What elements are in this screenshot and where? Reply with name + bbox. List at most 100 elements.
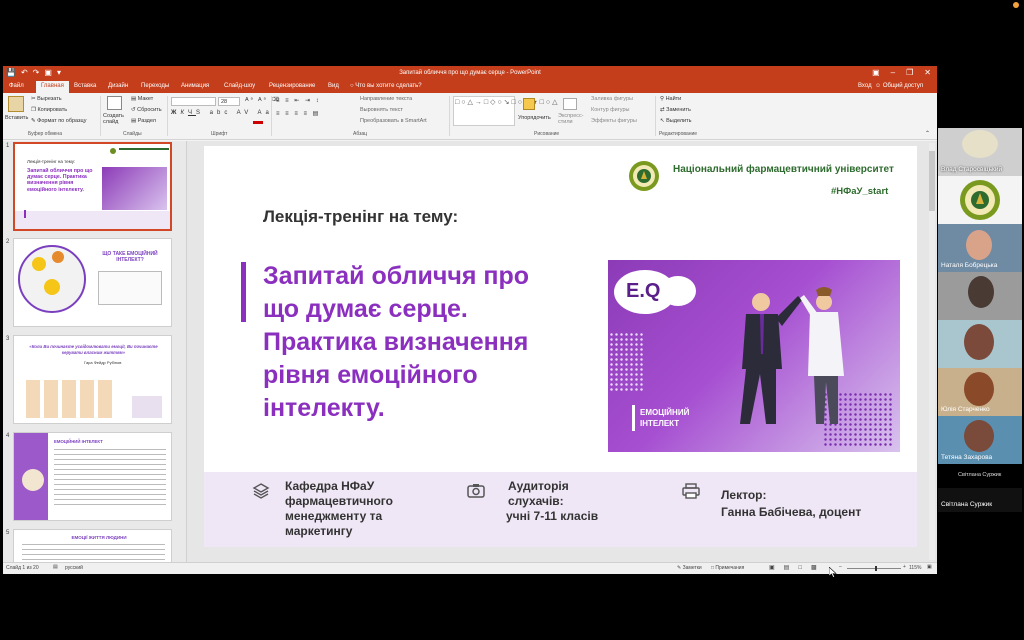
text-direction-button[interactable]: Направление текста — [360, 96, 412, 102]
shape-effects-button[interactable]: Эффекты фигуры — [591, 118, 637, 124]
participant-tile[interactable] — [938, 176, 1022, 224]
cursor-icon: ↖ — [660, 118, 665, 124]
quick-styles-button[interactable]: Экспресс-стили — [558, 113, 584, 125]
restore-icon[interactable]: ❐ — [906, 68, 913, 77]
section-button[interactable]: ▤ Раздел — [131, 118, 156, 124]
lecturer-text: Лектор: Ганна Бабічева, доцент — [721, 487, 861, 521]
tab-transitions[interactable]: Переходы — [141, 83, 169, 89]
ribbon-display-icon[interactable]: ▣ — [872, 68, 880, 77]
layout-icon: ▤ — [131, 96, 137, 102]
select-button[interactable]: ↖ Выделить — [660, 118, 692, 124]
tab-slideshow[interactable]: Слайд-шоу — [224, 83, 255, 89]
view-buttons[interactable]: ▣▤□▩ — [769, 564, 826, 571]
font-size-box[interactable]: 28 — [218, 97, 240, 106]
sign-in-link[interactable]: Вход — [858, 83, 872, 89]
participant-tile[interactable]: Світлана Суржик — [938, 464, 1022, 488]
participant-tile[interactable] — [938, 320, 1022, 368]
thumb-decor — [132, 396, 162, 418]
slide-editor[interactable]: Національний фармацевтичний університет … — [187, 141, 937, 562]
tab-insert[interactable]: Вставка — [74, 83, 96, 89]
comment-icon: □ — [711, 565, 715, 571]
thumbnail-slide-5[interactable]: ЕМОЦІЇ ЖИТТЯ ЛЮДИНИ — [13, 529, 172, 562]
align-text-button[interactable]: Выровнять текст — [360, 107, 403, 113]
tab-animations[interactable]: Анимация — [181, 83, 209, 89]
participant-tile[interactable]: Юлія Старченко — [938, 368, 1022, 416]
vertical-scrollbar[interactable] — [929, 143, 935, 560]
thumb-title: ЕМОЦІЇ ЖИТТЯ ЛЮДИНИ — [71, 535, 127, 540]
tab-design[interactable]: Дизайн — [108, 83, 128, 89]
close-icon[interactable]: ✕ — [924, 68, 931, 77]
comments-button[interactable]: □ Примечания — [711, 565, 744, 571]
participant-tile[interactable]: Тетяна Захарова — [938, 416, 1022, 464]
format-painter-button[interactable]: ✎ Формат по образцу — [31, 118, 86, 124]
thumbnail-slide-3[interactable]: «Коли Ви починаєте усвідомлювати емоції,… — [13, 335, 172, 424]
list-buttons-icon[interactable]: ≡ ≡ ⇤ ⇥ ↕ — [276, 97, 321, 104]
minimize-icon[interactable]: – — [891, 68, 895, 77]
participant-avatar — [966, 230, 992, 260]
participant-tile[interactable]: Світлана Суржик — [938, 488, 1022, 512]
thumbnail-slide-1[interactable]: Лекція-тренінг на тему: Запитай обличчя … — [13, 142, 172, 231]
shape-fill-button[interactable]: Заливка фигуры — [591, 96, 633, 102]
reset-button[interactable]: ↺ Сбросить — [131, 107, 162, 113]
tell-me-box[interactable]: ○ Что вы хотите сделать? — [350, 83, 422, 89]
participant-tile[interactable]: Наталя Бобрецька — [938, 224, 1022, 272]
notes-button[interactable]: ✎ Заметки — [677, 565, 702, 571]
current-slide[interactable]: Національний фармацевтичний університет … — [204, 146, 917, 547]
language-label[interactable]: русский — [65, 565, 83, 571]
tab-home[interactable]: Главная — [36, 81, 69, 93]
ribbon-tabs: Файл Главная Вставка Дизайн Переходы Ани… — [3, 81, 937, 93]
audience-text: Аудиторія слухачів: учні 7-11 класів — [506, 479, 598, 524]
cut-button[interactable]: ✂ Вырезать — [31, 96, 62, 102]
thumbnail-slide-2[interactable]: ЩО ТАКЕ ЕМОЦІЙНИЙ ІНТЕЛЕКТ? — [13, 238, 172, 327]
paste-icon[interactable] — [8, 96, 24, 112]
align-buttons-icon[interactable]: ≡ ≡ ≡ ≡ ▤ — [276, 110, 320, 117]
share-button[interactable]: ☺ Общий доступ — [875, 83, 923, 89]
participant-avatar — [968, 276, 994, 308]
participant-tile[interactable] — [938, 272, 1022, 320]
font-style-icons[interactable]: ЖКЧS abc AV Aa — [171, 110, 273, 116]
font-family-box[interactable] — [171, 97, 216, 106]
drawing-group-label: Рисование — [534, 131, 560, 137]
slide-title: Запитай обличчя про що думає серце. Прак… — [263, 260, 529, 425]
smartart-button[interactable]: Преобразовать в SmartArt — [360, 118, 427, 124]
arrange-icon[interactable] — [523, 98, 535, 110]
participant-name: Юлія Старченко — [941, 406, 990, 413]
participants-panel: Влад Старосвіцький Наталя Бобрецька Юлія… — [938, 128, 1022, 512]
layout-button[interactable]: ▤ Макет — [131, 96, 153, 102]
font-color-icon[interactable] — [253, 121, 263, 124]
tab-review[interactable]: Рецензирование — [269, 83, 315, 89]
replace-button[interactable]: ⇄ Заменить — [660, 107, 691, 113]
copy-button[interactable]: ❐ Копировать — [31, 107, 67, 113]
find-button[interactable]: ⚲ Найти — [660, 96, 681, 102]
zoom-slider[interactable] — [847, 568, 901, 569]
shapes-gallery[interactable]: □○△→□◇○↘□○△★□○△ — [453, 96, 558, 126]
paste-button[interactable]: Вставить — [5, 115, 28, 121]
tab-file[interactable]: Файл — [9, 83, 24, 89]
quick-styles-icon[interactable] — [563, 98, 577, 110]
zoom-in-icon[interactable]: + — [903, 564, 906, 570]
tab-view[interactable]: Вид — [328, 83, 339, 89]
lecturer-line: Ганна Бабічева, доцент — [721, 505, 862, 519]
fit-to-window-icon[interactable]: ▣ — [927, 564, 932, 570]
thumb-accent-bar — [24, 210, 26, 218]
new-slide-icon[interactable] — [107, 96, 122, 110]
emoji-face-icon — [44, 279, 60, 295]
notes-icon: ✎ — [677, 565, 682, 571]
printer-icon — [682, 483, 700, 499]
zoom-level[interactable]: 115% — [909, 565, 921, 571]
thumbnail-slide-4[interactable]: ЕМОЦІЙНИЙ ІНТЕЛЕКТ — [13, 432, 172, 521]
layers-icon — [252, 483, 270, 499]
hashtag: #НФаУ_start — [831, 186, 889, 197]
new-slide-button[interactable]: Создать слайд — [103, 113, 129, 125]
scrollbar-thumb[interactable] — [929, 151, 935, 211]
search-icon: ⚲ — [660, 96, 665, 102]
arrange-button[interactable]: Упорядочить — [518, 115, 551, 121]
collapse-ribbon-icon[interactable]: ⌃ — [925, 130, 930, 137]
participant-tile[interactable]: Влад Старосвіцький — [938, 128, 1022, 176]
group-separator — [449, 96, 450, 136]
zoom-out-icon[interactable]: – — [839, 564, 842, 570]
spellcheck-icon[interactable]: ▤ — [53, 564, 58, 570]
shape-outline-button[interactable]: Контур фигуры — [591, 107, 629, 113]
zoom-slider-thumb[interactable] — [875, 566, 878, 571]
slide-thumbnails-pane[interactable]: 1 Лекція-тренінг на тему: Запитай обличч… — [3, 141, 187, 562]
